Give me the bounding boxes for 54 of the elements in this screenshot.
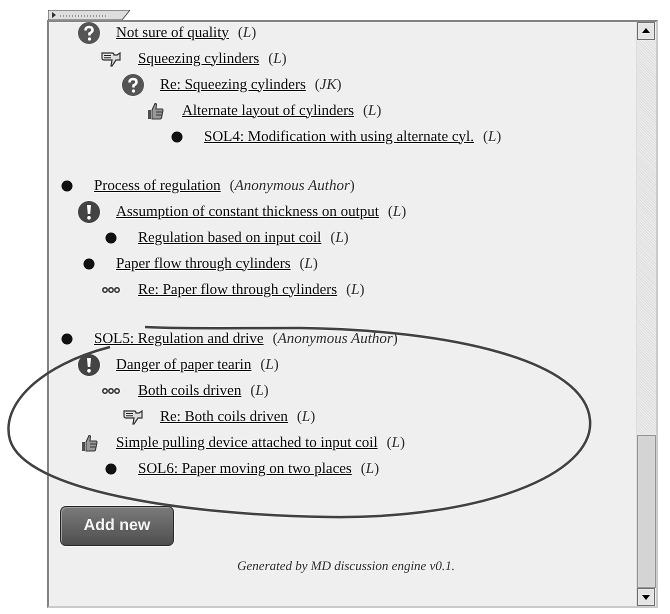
author-label: (L) <box>346 282 364 298</box>
question-icon <box>78 22 100 44</box>
scroll-up-icon[interactable] <box>637 22 655 40</box>
footer-text: Generated by MD discussion engine v0.1. <box>237 558 455 574</box>
author-label: (L) <box>238 24 256 42</box>
post-link[interactable]: Assumption of constant thickness on output <box>116 204 379 220</box>
scroll-down-icon[interactable] <box>637 588 655 606</box>
post-link[interactable]: Simple pulling device attached to input coil <box>116 434 378 452</box>
question-icon <box>122 74 144 96</box>
post-link[interactable]: Re: Squeezing cylinders <box>160 76 306 94</box>
post-link[interactable]: SOL6: Paper moving on two places <box>138 460 352 478</box>
post-link[interactable]: Re: Both coils driven <box>160 408 288 426</box>
post-link[interactable]: Re: Paper flow through cylinders <box>138 282 338 298</box>
post-link[interactable]: Both coils driven <box>138 382 242 400</box>
post-link[interactable]: Squeezing cylinders <box>138 50 260 68</box>
scrollbar[interactable] <box>636 22 656 606</box>
dots-icon <box>102 286 120 294</box>
thumbs-down-icon <box>123 409 143 425</box>
author-label: (L) <box>386 434 405 452</box>
author-label: (L) <box>330 230 349 246</box>
post-link[interactable]: SOL4: Modification with using alternate cyl. <box>204 128 474 146</box>
bullet-icon <box>83 258 95 270</box>
dots-icon <box>102 387 120 395</box>
author-label: (JK) <box>314 76 342 94</box>
thumbs-up-icon <box>80 434 98 452</box>
bullet-icon <box>61 333 73 345</box>
post-link[interactable]: Danger of paper tearin <box>116 356 252 374</box>
exclamation-icon <box>78 201 100 223</box>
add-new-button[interactable]: Add new <box>60 506 174 546</box>
post-link[interactable]: Process of regulation <box>94 178 221 194</box>
author-label: (L) <box>268 50 287 68</box>
thumbs-up-icon <box>146 102 164 120</box>
post-link[interactable]: Regulation based on input coil <box>138 230 322 246</box>
thumbs-down-icon <box>101 51 121 67</box>
exclamation-icon <box>78 354 100 376</box>
post-link[interactable]: Not sure of quality <box>116 24 229 42</box>
bullet-icon <box>171 131 183 143</box>
post-link[interactable]: SOL5: Regulation and drive <box>94 330 264 348</box>
author-label: (L) <box>360 460 380 478</box>
author-label: (L) <box>260 356 279 374</box>
post-link[interactable]: Alternate layout of cylinders <box>182 102 354 120</box>
scroll-thumb[interactable] <box>637 434 656 588</box>
collapse-tab-icon[interactable] <box>48 10 130 20</box>
author-label: (L) <box>363 102 382 120</box>
author-label: (L) <box>250 382 269 400</box>
author-label: (L) <box>388 204 406 220</box>
author-label: (Anonymous Author) <box>230 178 355 194</box>
author-label: (L) <box>482 128 502 146</box>
post-link[interactable]: Paper flow through cylinders <box>116 256 291 272</box>
author-label: (L) <box>296 408 316 426</box>
bullet-icon <box>61 180 73 192</box>
bullet-icon <box>105 463 117 475</box>
author-label: (L) <box>300 256 318 272</box>
bullet-icon <box>105 232 117 244</box>
